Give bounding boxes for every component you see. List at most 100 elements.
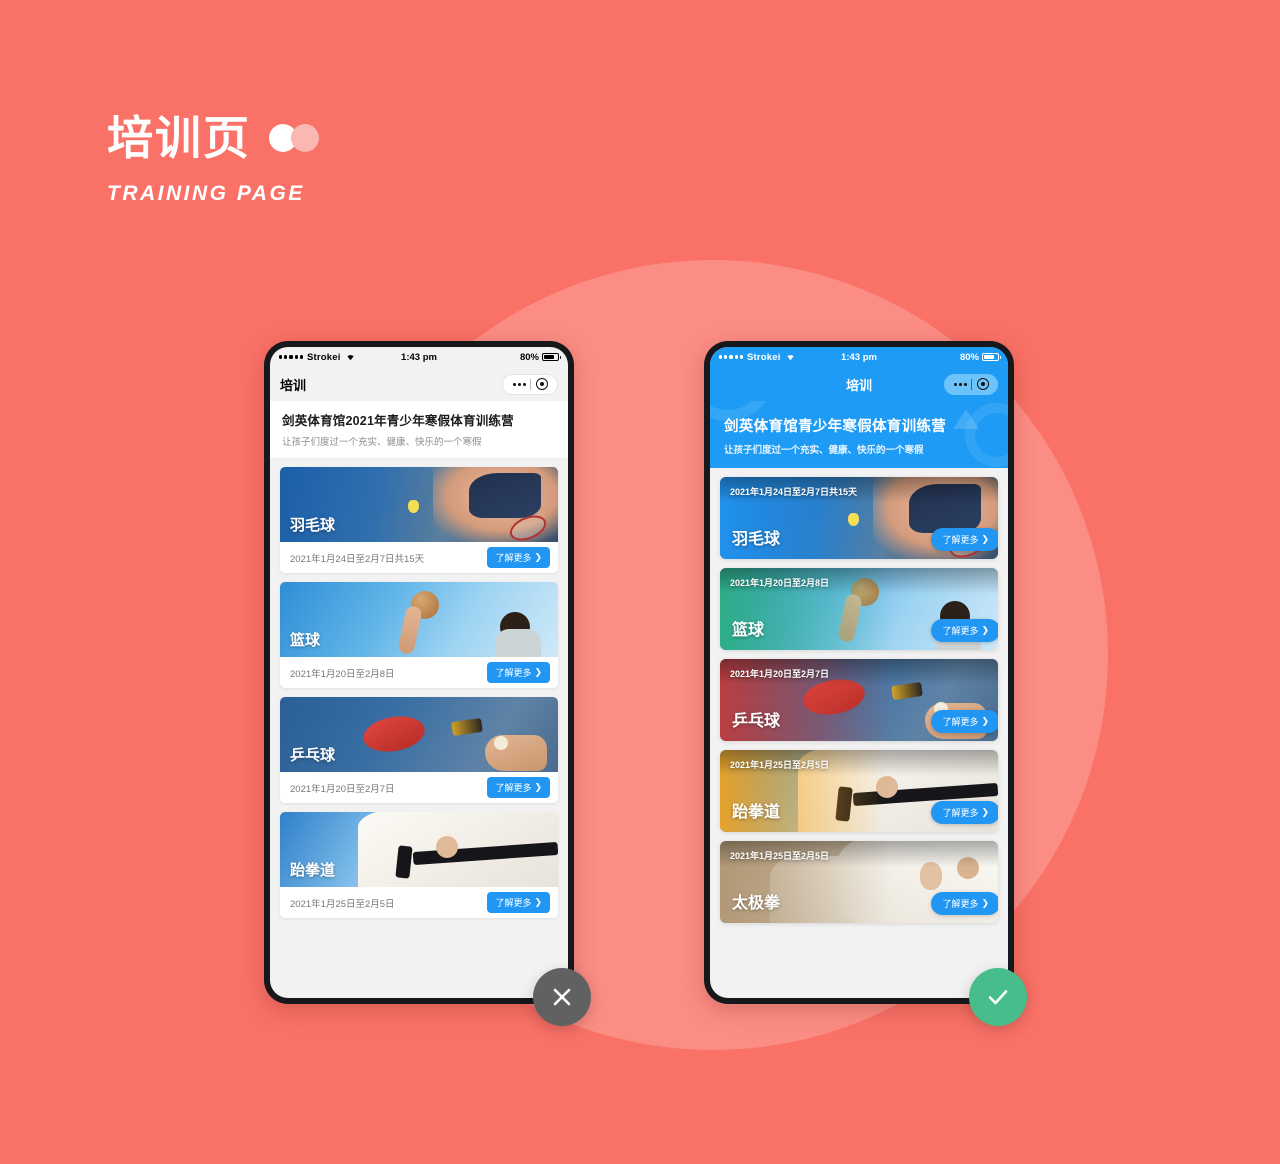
list-item[interactable]: 篮球 2021年1月20日至2月8日 了解更多 ❯	[280, 582, 558, 688]
banner-subtitle: 让孩子们度过一个充实、健康、快乐的一个寒假	[282, 437, 482, 448]
status-bar-left: Strokei 1:43 pm 80%	[270, 347, 568, 367]
list-item[interactable]: 2021年1月25日至2月5日 太极拳 了解更多 ❯	[720, 841, 998, 923]
learn-more-button[interactable]: 了解更多 ❯	[487, 777, 550, 798]
battery-icon	[542, 353, 561, 361]
chevron-right-icon: ❯	[534, 552, 542, 562]
nav-bar-left: 培训	[270, 367, 568, 401]
list-item[interactable]: 2021年1月20日至2月8日 篮球 了解更多 ❯	[720, 568, 998, 650]
learn-more-label: 了解更多	[495, 553, 532, 563]
course-list-left[interactable]: 羽毛球 2021年1月24日至2月7日共15天 了解更多 ❯ 篮球 2021年1…	[270, 459, 568, 998]
course-date: 2021年1月24日至2月7日共15天	[290, 553, 425, 565]
course-footer: 2021年1月20日至2月7日 了解更多 ❯	[280, 772, 558, 803]
course-name: 跆拳道	[732, 804, 781, 821]
learn-more-label: 了解更多	[942, 626, 979, 636]
signal-dots-icon	[279, 355, 303, 359]
nav-title: 培训	[280, 377, 307, 393]
mini-program-capsule[interactable]	[501, 373, 558, 395]
chevron-right-icon: ❯	[534, 782, 542, 792]
course-footer: 2021年1月25日至2月5日 了解更多 ❯	[280, 887, 558, 918]
close-icon	[550, 985, 574, 1009]
list-item[interactable]: 2021年1月25日至2月5日 跆拳道 了解更多 ❯	[720, 750, 998, 832]
learn-more-button[interactable]: 了解更多 ❯	[487, 892, 550, 913]
course-name: 跆拳道	[290, 862, 336, 879]
capsule-divider	[971, 378, 972, 390]
page-heading: 培训页 TRAINING PAGE	[107, 112, 319, 206]
screen-left: Strokei 1:43 pm 80% 培训 剑英体育馆2021年青少年寒假体育…	[270, 347, 568, 998]
status-bar-right-group: 80%	[959, 351, 1001, 363]
chevron-right-icon: ❯	[981, 716, 989, 726]
course-name: 篮球	[290, 632, 321, 649]
learn-more-label: 了解更多	[942, 808, 979, 818]
wifi-icon	[785, 352, 796, 363]
list-item[interactable]: 2021年1月20日至2月7日 乒乓球 了解更多 ❯	[720, 659, 998, 741]
status-bar-left-group: Strokei	[719, 352, 796, 363]
reject-fab-button[interactable]	[533, 968, 591, 1026]
status-bar-left-group: Strokei	[279, 352, 356, 363]
course-date: 2021年1月24日至2月7日共15天	[730, 487, 858, 497]
capsule-divider	[530, 378, 531, 390]
learn-more-label: 了解更多	[495, 668, 532, 678]
target-icon[interactable]	[977, 378, 989, 390]
learn-more-label: 了解更多	[942, 717, 979, 727]
learn-more-button[interactable]: 了解更多 ❯	[931, 892, 998, 915]
screen-right: Strokei 1:43 pm 80% 培训 剑英体育馆青少年寒假体育训练营 让…	[710, 347, 1008, 998]
carrier-label: Strokei	[746, 351, 781, 363]
accept-fab-button[interactable]	[969, 968, 1027, 1026]
course-name: 乒乓球	[290, 747, 336, 764]
course-name: 篮球	[732, 622, 765, 639]
learn-more-label: 了解更多	[495, 898, 532, 908]
check-icon	[985, 984, 1011, 1010]
learn-more-button[interactable]: 了解更多 ❯	[931, 801, 998, 824]
course-date: 2021年1月20日至2月8日	[730, 578, 830, 588]
signal-dots-icon	[719, 355, 743, 359]
learn-more-button[interactable]: 了解更多 ❯	[931, 528, 998, 551]
course-footer: 2021年1月20日至2月8日 了解更多 ❯	[280, 657, 558, 688]
dot-secondary-icon	[291, 124, 319, 152]
learn-more-button[interactable]: 了解更多 ❯	[487, 662, 550, 683]
chevron-right-icon: ❯	[534, 897, 542, 907]
learn-more-button[interactable]: 了解更多 ❯	[931, 619, 998, 642]
banner-title: 剑英体育馆2021年青少年寒假体育训练营	[282, 414, 514, 428]
wifi-icon	[345, 352, 356, 363]
page-title: 培训页	[107, 112, 251, 164]
course-image-table-tennis: 乒乓球	[280, 697, 558, 772]
course-date: 2021年1月20日至2月7日	[290, 783, 395, 795]
course-image-badminton: 羽毛球	[280, 467, 558, 542]
banner-title: 剑英体育馆青少年寒假体育训练营	[724, 419, 946, 435]
phone-mockup-right: Strokei 1:43 pm 80% 培训 剑英体育馆青少年寒假体育训练营 让…	[704, 341, 1014, 1004]
learn-more-button[interactable]: 了解更多 ❯	[487, 547, 550, 568]
chevron-right-icon: ❯	[981, 898, 989, 908]
more-dots-icon[interactable]	[509, 382, 530, 386]
mini-program-capsule[interactable]	[943, 373, 998, 395]
course-date: 2021年1月20日至2月8日	[290, 668, 395, 680]
course-name: 太极拳	[732, 895, 781, 912]
course-date: 2021年1月25日至2月5日	[730, 851, 830, 861]
page-subtitle: TRAINING PAGE	[107, 182, 305, 205]
course-date: 2021年1月20日至2月7日	[730, 669, 830, 679]
learn-more-button[interactable]: 了解更多 ❯	[931, 710, 998, 733]
course-name: 羽毛球	[732, 531, 781, 548]
status-bar-right: Strokei 1:43 pm 80%	[710, 347, 1008, 367]
chevron-right-icon: ❯	[981, 625, 989, 635]
learn-more-label: 了解更多	[942, 535, 979, 545]
course-date: 2021年1月25日至2月5日	[730, 760, 830, 770]
list-item[interactable]: 乒乓球 2021年1月20日至2月7日 了解更多 ❯	[280, 697, 558, 803]
list-item[interactable]: 羽毛球 2021年1月24日至2月7日共15天 了解更多 ❯	[280, 467, 558, 573]
target-icon[interactable]	[536, 378, 548, 390]
nav-bar-right: 培训	[710, 367, 1008, 401]
course-footer: 2021年1月24日至2月7日共15天 了解更多 ❯	[280, 542, 558, 573]
list-item[interactable]: 2021年1月24日至2月7日共15天 羽毛球 了解更多 ❯	[720, 477, 998, 559]
course-image-taekwondo: 跆拳道	[280, 812, 558, 887]
course-date: 2021年1月25日至2月5日	[290, 898, 395, 910]
chevron-right-icon: ❯	[981, 807, 989, 817]
learn-more-label: 了解更多	[495, 783, 532, 793]
chevron-right-icon: ❯	[534, 667, 542, 677]
more-dots-icon[interactable]	[950, 382, 971, 386]
training-banner-left: 剑英体育馆2021年青少年寒假体育训练营 让孩子们度过一个充实、健康、快乐的一个…	[270, 401, 568, 459]
battery-percent-label: 80%	[959, 351, 979, 363]
carrier-label: Strokei	[306, 351, 341, 363]
list-item[interactable]: 跆拳道 2021年1月25日至2月5日 了解更多 ❯	[280, 812, 558, 918]
battery-icon	[982, 353, 1001, 361]
banner-subtitle: 让孩子们度过一个充实、健康、快乐的一个寒假	[724, 445, 924, 456]
course-list-right[interactable]: 2021年1月24日至2月7日共15天 羽毛球 了解更多 ❯ 2021年1月20…	[710, 468, 1008, 998]
